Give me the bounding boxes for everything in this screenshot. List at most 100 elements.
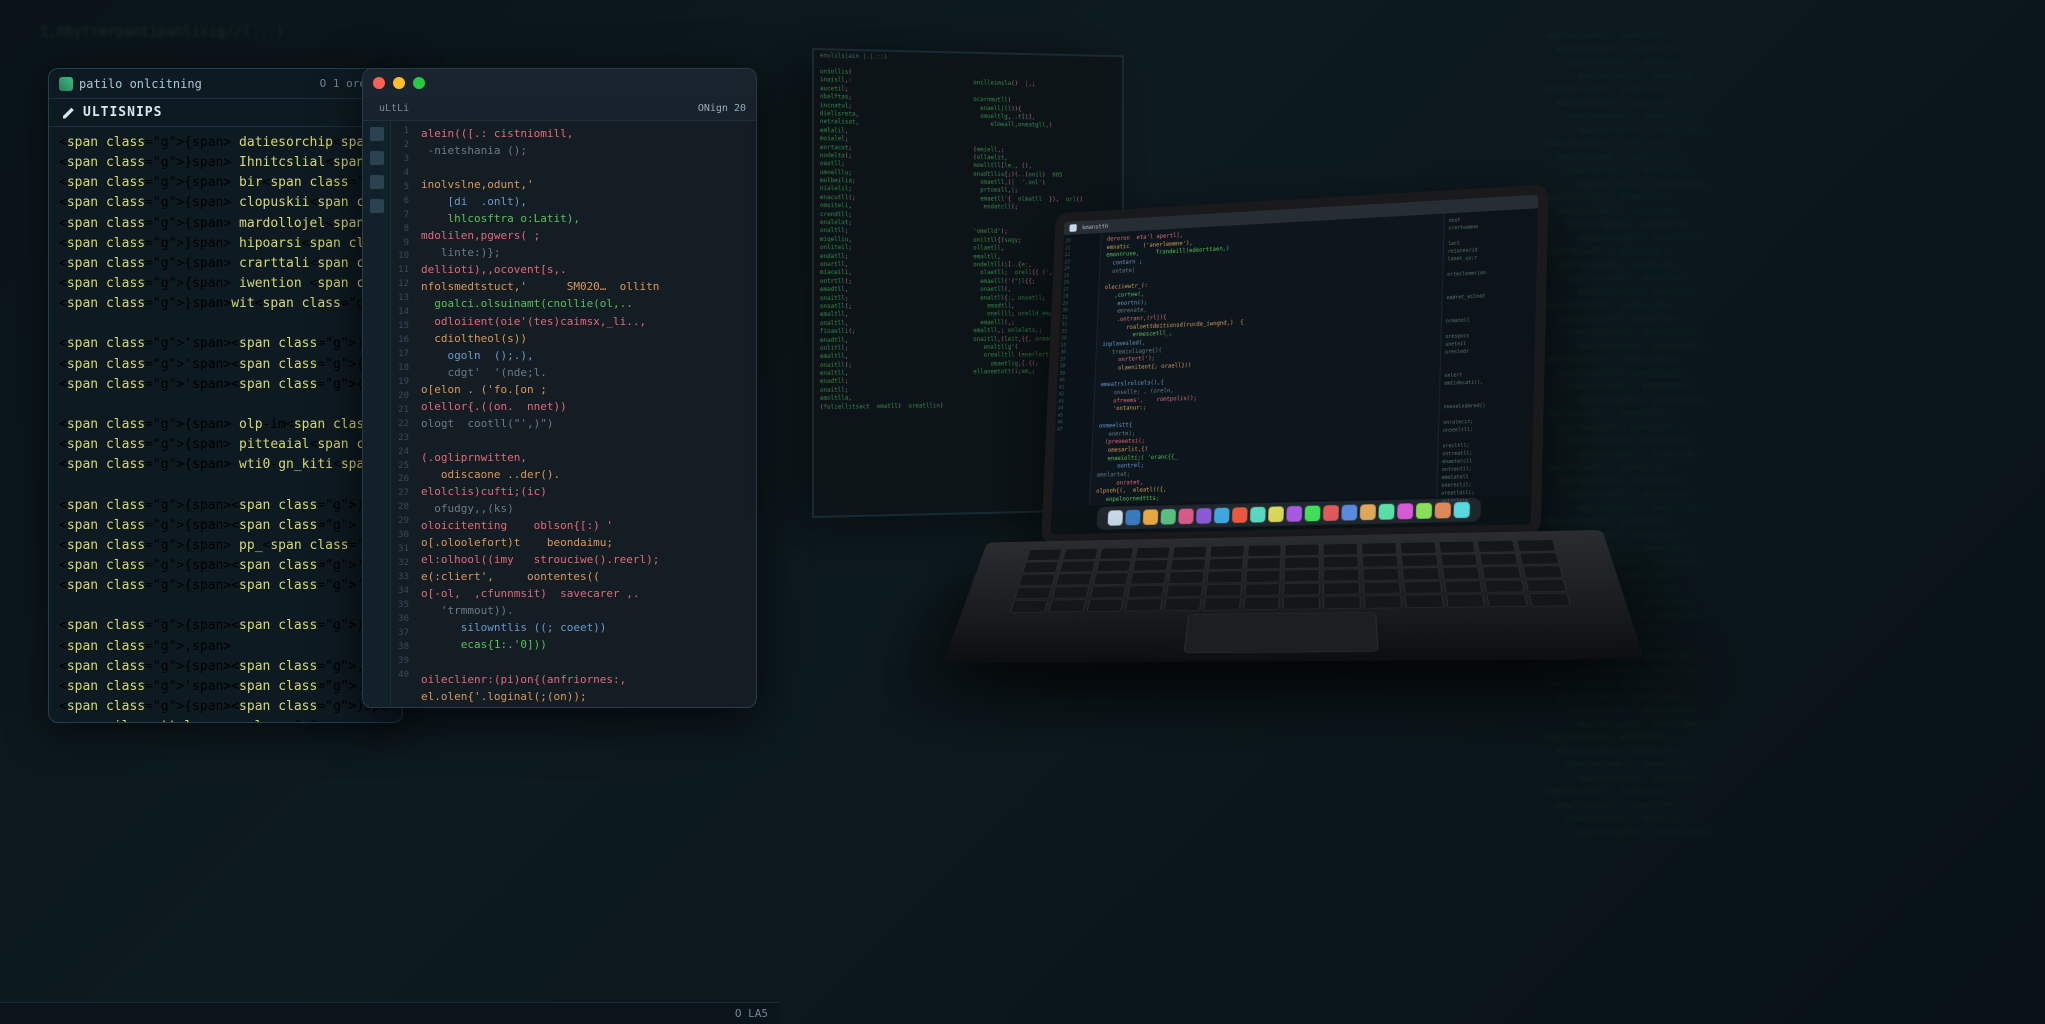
keyboard-key[interactable] (1205, 584, 1242, 597)
dock-app-icon[interactable] (1434, 502, 1450, 518)
keyboard-key[interactable] (1402, 568, 1440, 580)
keyboard-key[interactable] (1519, 552, 1559, 564)
dock-app-icon[interactable] (1196, 508, 1212, 524)
dock-app-icon[interactable] (1359, 504, 1375, 520)
keyboard-key[interactable] (1442, 567, 1481, 580)
keyboard-key[interactable] (1125, 599, 1163, 612)
ultisnips-code-body[interactable]: <span class="g">{span> datiesorchip<span… (49, 127, 402, 723)
keyboard-key[interactable] (1399, 542, 1436, 554)
dock-app-icon[interactable] (1249, 507, 1265, 523)
minimize-icon[interactable] (393, 77, 405, 89)
keyboard-key[interactable] (1170, 559, 1206, 571)
keyboard-key[interactable] (1323, 569, 1360, 581)
keyboard-key[interactable] (1014, 587, 1052, 599)
keyboard-key[interactable] (1022, 561, 1059, 573)
maximize-icon[interactable] (413, 77, 425, 89)
git-icon[interactable] (370, 175, 384, 189)
keyboard-key[interactable] (1285, 544, 1320, 556)
ultisnips-tab[interactable]: ULTISNIPS (49, 99, 402, 127)
keyboard-key[interactable] (1283, 597, 1320, 610)
keyboard-key[interactable] (1403, 581, 1442, 594)
keyboard-key[interactable] (1517, 539, 1557, 551)
dock-app-icon[interactable] (1107, 510, 1122, 526)
keyboard-key[interactable] (1086, 599, 1124, 612)
dock-app-icon[interactable] (1178, 509, 1194, 525)
close-icon[interactable] (373, 77, 385, 89)
keyboard-key[interactable] (1095, 560, 1131, 572)
keyboard-key[interactable] (1172, 546, 1208, 558)
keyboard-key[interactable] (1479, 553, 1518, 565)
keyboard-key[interactable] (1363, 582, 1401, 595)
keyboard-key[interactable] (1164, 598, 1202, 611)
keyboard-key[interactable] (1400, 554, 1438, 566)
mac-titlebar[interactable] (363, 69, 756, 97)
keyboard-key[interactable] (1092, 573, 1129, 585)
laptop-code-main[interactable]: deroron eta'l apertl|,emnatic ('anerlemm… (1090, 214, 1444, 506)
keyboard-key[interactable] (1404, 595, 1444, 608)
dock-app-icon[interactable] (1142, 509, 1157, 525)
keyboard-key[interactable] (1206, 571, 1243, 583)
laptop-trackpad[interactable] (1183, 612, 1378, 653)
keyboard-key[interactable] (1010, 600, 1048, 613)
keyboard-key[interactable] (1361, 543, 1397, 555)
dock-app-icon[interactable] (1415, 503, 1431, 519)
apple-icon[interactable] (1069, 224, 1077, 232)
dock-app-icon[interactable] (1268, 506, 1284, 522)
keyboard-key[interactable] (1208, 558, 1244, 570)
keyboard-key[interactable] (1323, 582, 1360, 595)
keyboard-key[interactable] (1059, 561, 1096, 573)
keyboard-key[interactable] (1362, 555, 1399, 567)
keyboard-key[interactable] (1445, 594, 1485, 607)
keyboard-key[interactable] (1284, 570, 1320, 582)
keyboard-key[interactable] (1135, 547, 1171, 559)
keyboard-key[interactable] (1055, 573, 1092, 585)
dock-app-icon[interactable] (1322, 505, 1338, 521)
keyboard-key[interactable] (1245, 570, 1281, 582)
keyboard-key[interactable] (1166, 585, 1203, 597)
keyboard-key[interactable] (1244, 583, 1281, 596)
dock-app-icon[interactable] (1125, 510, 1140, 526)
keyboard-key[interactable] (1477, 540, 1516, 552)
mac-tabbar[interactable]: uLtLi ONign 20 (363, 97, 756, 121)
dock-app-icon[interactable] (1397, 503, 1413, 519)
files-icon[interactable] (370, 127, 384, 141)
keyboard-key[interactable] (1364, 595, 1403, 608)
tab-1[interactable]: uLtLi (373, 101, 415, 116)
ultisnips-titlebar[interactable]: patilo onlcitning O 1 ore (49, 69, 402, 99)
keyboard-key[interactable] (1018, 574, 1055, 586)
laptop-keyboard[interactable] (1010, 539, 1571, 612)
keyboard-key[interactable] (1026, 549, 1062, 560)
dock-app-icon[interactable] (1231, 507, 1247, 523)
keyboard-key[interactable] (1203, 598, 1241, 611)
keyboard-key[interactable] (1246, 557, 1282, 569)
keyboard-key[interactable] (1089, 586, 1127, 598)
dock-app-icon[interactable] (1213, 508, 1229, 524)
dock-app-icon[interactable] (1341, 505, 1357, 521)
tab-2[interactable] (427, 107, 439, 111)
keyboard-key[interactable] (1443, 580, 1483, 593)
keyboard-key[interactable] (1323, 596, 1361, 609)
dock-app-icon[interactable] (1453, 502, 1469, 518)
keyboard-key[interactable] (1522, 566, 1563, 579)
keyboard-key[interactable] (1283, 583, 1320, 596)
mac-code-body[interactable]: alein(([.: cistniomill, -nietshania (); … (413, 121, 756, 707)
dock-app-icon[interactable] (1286, 506, 1302, 522)
keyboard-key[interactable] (1098, 548, 1134, 560)
keyboard-key[interactable] (1438, 541, 1476, 553)
keyboard-key[interactable] (1525, 579, 1567, 592)
keyboard-key[interactable] (1130, 572, 1167, 584)
debug-icon[interactable] (370, 199, 384, 213)
keyboard-key[interactable] (1440, 554, 1479, 566)
keyboard-key[interactable] (1323, 556, 1359, 568)
dock-app-icon[interactable] (1304, 505, 1320, 521)
keyboard-key[interactable] (1209, 545, 1244, 557)
keyboard-key[interactable] (1052, 586, 1090, 598)
keyboard-key[interactable] (1133, 559, 1169, 571)
dock-app-icon[interactable] (1160, 509, 1176, 525)
keyboard-key[interactable] (1529, 593, 1571, 606)
keyboard-key[interactable] (1284, 557, 1320, 569)
keyboard-key[interactable] (1168, 571, 1205, 583)
keyboard-key[interactable] (1484, 580, 1525, 593)
search-icon[interactable] (370, 151, 384, 165)
keyboard-key[interactable] (1362, 568, 1400, 580)
